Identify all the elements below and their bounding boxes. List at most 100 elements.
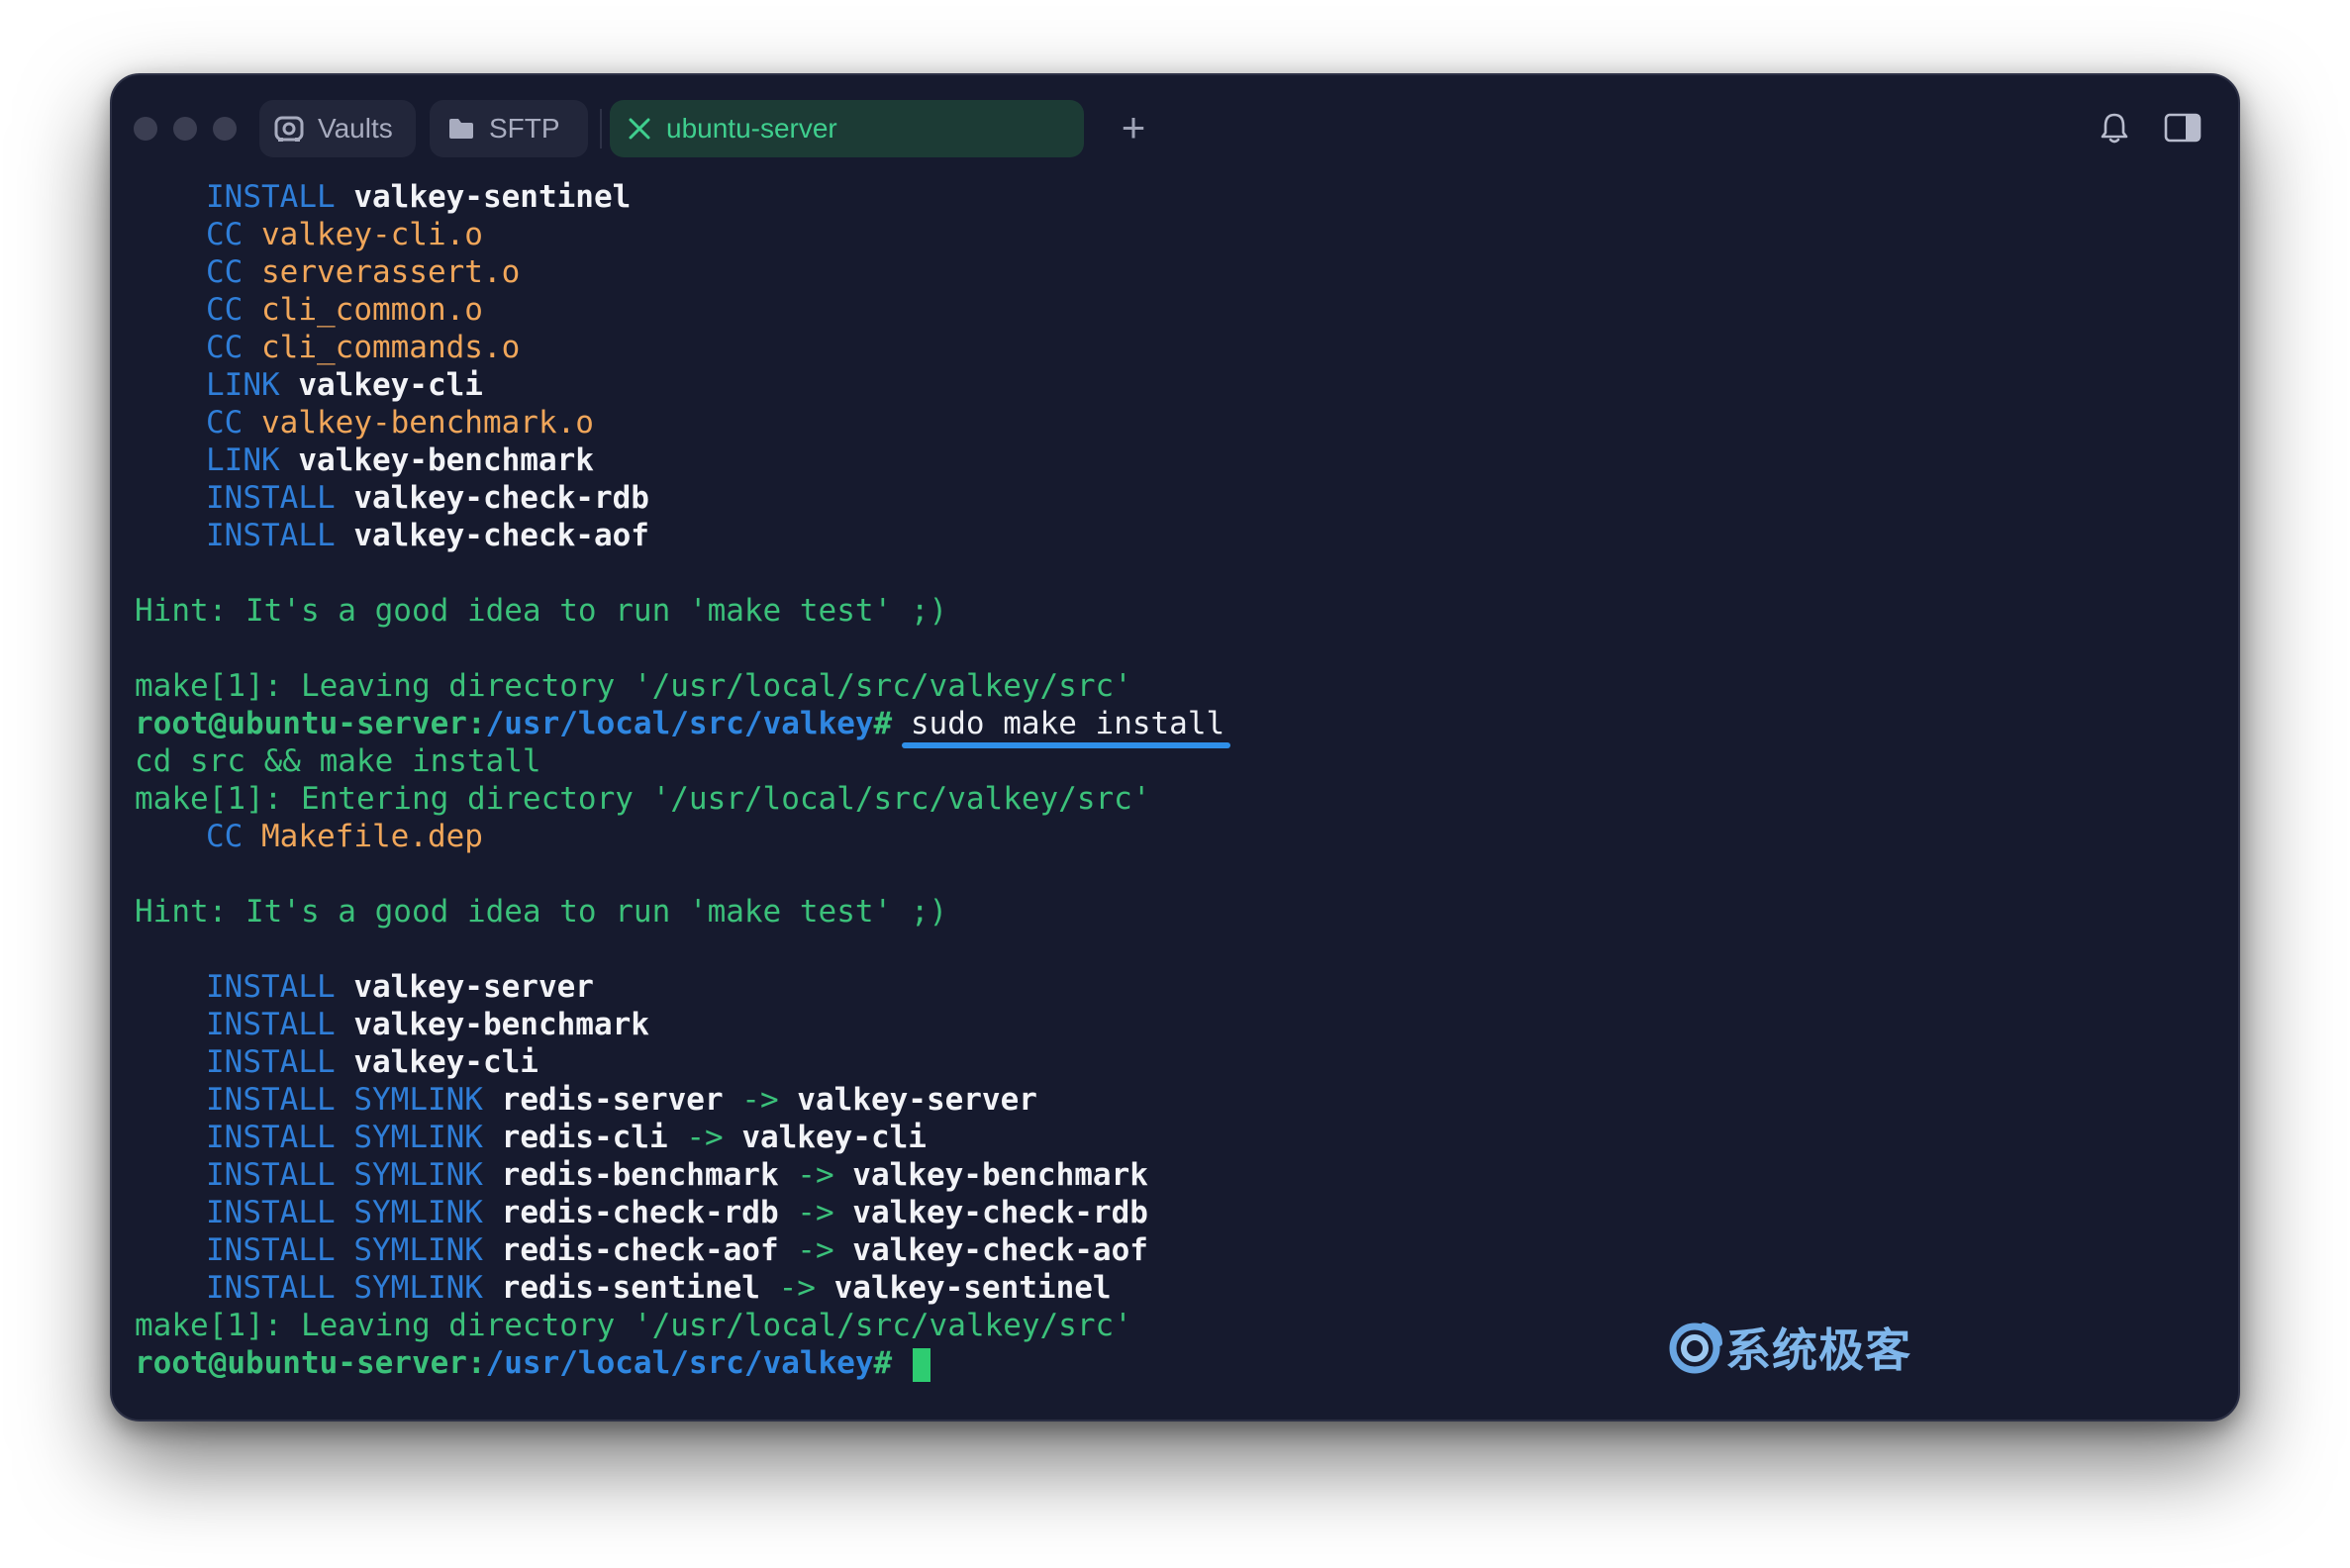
- symlink-target: valkey-server: [797, 1082, 1037, 1118]
- build-target: valkey-cli.o: [261, 217, 483, 252]
- watermark-swirl-icon: [1669, 1323, 1722, 1374]
- symlink-tag: SYMLINK: [353, 1270, 483, 1306]
- vault-icon: [274, 114, 304, 144]
- entering-directory-line: make[1]: Entering directory '/usr/local/…: [135, 781, 1151, 817]
- symlink-source: redis-server: [501, 1082, 724, 1118]
- symlink-arrow: ->: [797, 1157, 834, 1193]
- build-target: valkey-check-rdb: [353, 480, 649, 516]
- terminal-window: Vaults SFTP ubuntu-server + INSTALL valk…: [110, 73, 2240, 1421]
- build-output-block: INSTALL valkey-sentinel CC valkey-cli.o CC…: [135, 178, 2213, 554]
- minimize-window-button[interactable]: [173, 117, 197, 141]
- tab-separator: [600, 109, 602, 148]
- symlink-arrow: ->: [797, 1232, 834, 1268]
- build-tag: INSTALL: [206, 179, 336, 215]
- build-target: valkey-benchmark.o: [261, 405, 594, 441]
- build-tag: CC: [206, 254, 244, 290]
- build-tag: INSTALL: [206, 518, 336, 553]
- terminal-output[interactable]: INSTALL valkey-sentinel CC valkey-cli.o CC…: [135, 178, 2213, 1382]
- prompt-line: root@ubuntu-server:/usr/local/src/valkey…: [135, 705, 2213, 748]
- symlink-source: redis-sentinel: [501, 1270, 760, 1306]
- symlink-tag: SYMLINK: [353, 1157, 483, 1193]
- build-line: CC cli_commands.o: [135, 329, 2213, 366]
- install-tag: INSTALL: [206, 1044, 336, 1080]
- build-line: CC valkey-cli.o: [135, 216, 2213, 253]
- new-tab-button[interactable]: +: [1109, 103, 1158, 152]
- hint-line-2: Hint: It's a good idea to run 'make test…: [135, 894, 948, 930]
- symlink-target: valkey-sentinel: [833, 1270, 1112, 1306]
- folder-icon: [447, 116, 475, 142]
- close-window-button[interactable]: [134, 117, 157, 141]
- tab-sftp-label: SFTP: [489, 113, 560, 144]
- zoom-window-button[interactable]: [213, 117, 237, 141]
- install-block: INSTALL valkey-server INSTALL valkey-benc…: [135, 968, 2213, 1081]
- terminal-cursor[interactable]: [912, 1347, 930, 1382]
- install-target: valkey-cli: [353, 1044, 539, 1080]
- symlink-block: INSTALL SYMLINK redis-server -> valkey-s…: [135, 1081, 2213, 1307]
- build-line: INSTALL valkey-check-aof: [135, 517, 2213, 554]
- install-tag: INSTALL: [206, 1120, 336, 1155]
- install-tag: INSTALL: [206, 1270, 336, 1306]
- tab-vaults[interactable]: Vaults: [259, 100, 416, 157]
- build-line: INSTALL valkey-check-rdb: [135, 479, 2213, 517]
- build-line: CC serverassert.o: [135, 253, 2213, 291]
- command-text: sudo make install: [901, 705, 1231, 748]
- install-line: INSTALL valkey-server: [135, 968, 2213, 1006]
- build-line: INSTALL valkey-sentinel: [135, 178, 2213, 216]
- build-target: cli_commands.o: [261, 330, 521, 365]
- prompt-suffix: #: [873, 706, 893, 741]
- plus-icon: +: [1121, 104, 1146, 150]
- sidebar-toggle-icon[interactable]: [2163, 111, 2203, 145]
- build-line: CC valkey-benchmark.o: [135, 404, 2213, 441]
- install-tag: INSTALL: [206, 1007, 336, 1042]
- install-target: valkey-benchmark: [353, 1007, 649, 1042]
- symlink-line: INSTALL SYMLINK redis-cli -> valkey-cli: [135, 1119, 2213, 1156]
- symlink-source: redis-benchmark: [501, 1157, 779, 1193]
- symlink-target: valkey-cli: [741, 1120, 927, 1155]
- hint-line: Hint: It's a good idea to run 'make test…: [135, 593, 948, 629]
- build-target: serverassert.o: [261, 254, 521, 290]
- command-highlight-underline: [901, 742, 1231, 748]
- build-target: valkey-sentinel: [353, 179, 632, 215]
- install-tag: INSTALL: [206, 1157, 336, 1193]
- build-target: valkey-cli: [298, 367, 483, 403]
- symlink-line: INSTALL SYMLINK redis-server -> valkey-s…: [135, 1081, 2213, 1119]
- symlink-target: valkey-benchmark: [852, 1157, 1148, 1193]
- command-label: sudo make install: [910, 706, 1225, 741]
- build-target: valkey-check-aof: [353, 518, 649, 553]
- build-tag: CC: [206, 330, 244, 365]
- cc-tag: CC: [206, 819, 244, 854]
- symlink-target: valkey-check-aof: [852, 1232, 1148, 1268]
- close-icon[interactable]: [627, 116, 652, 142]
- symlink-tag: SYMLINK: [353, 1120, 483, 1155]
- symlink-target: valkey-check-rdb: [852, 1195, 1148, 1230]
- install-line: INSTALL valkey-cli: [135, 1043, 2213, 1081]
- makefile-dep-line: CC Makefile.dep: [135, 818, 2213, 855]
- build-tag: INSTALL: [206, 480, 336, 516]
- install-tag: INSTALL: [206, 1195, 336, 1230]
- build-tag: CC: [206, 405, 244, 441]
- symlink-tag: SYMLINK: [353, 1232, 483, 1268]
- symlink-arrow: ->: [686, 1120, 724, 1155]
- prompt-suffix: #: [873, 1345, 893, 1381]
- tab-ubuntu-server-label: ubuntu-server: [666, 113, 837, 144]
- bell-icon[interactable]: [2098, 111, 2131, 147]
- symlink-line: INSTALL SYMLINK redis-check-rdb -> valke…: [135, 1194, 2213, 1231]
- build-tag: LINK: [206, 442, 280, 478]
- install-tag: INSTALL: [206, 1232, 336, 1268]
- leaving-directory-line: make[1]: Leaving directory '/usr/local/s…: [135, 668, 1132, 704]
- watermark-logo: 系统极客: [1664, 1315, 1911, 1380]
- title-bar: Vaults SFTP ubuntu-server +: [112, 75, 2238, 178]
- makefile-dep: Makefile.dep: [261, 819, 483, 854]
- prompt-path: /usr/local/src/valkey: [485, 1345, 874, 1381]
- tab-ubuntu-server[interactable]: ubuntu-server: [610, 100, 1084, 157]
- prompt-user: root@ubuntu-server:: [135, 706, 486, 741]
- symlink-source: redis-check-aof: [501, 1232, 779, 1268]
- tab-sftp[interactable]: SFTP: [430, 100, 588, 157]
- build-target: cli_common.o: [261, 292, 483, 328]
- symlink-line: INSTALL SYMLINK redis-check-aof -> valke…: [135, 1231, 2213, 1269]
- build-tag: CC: [206, 292, 244, 328]
- symlink-source: redis-cli: [501, 1120, 668, 1155]
